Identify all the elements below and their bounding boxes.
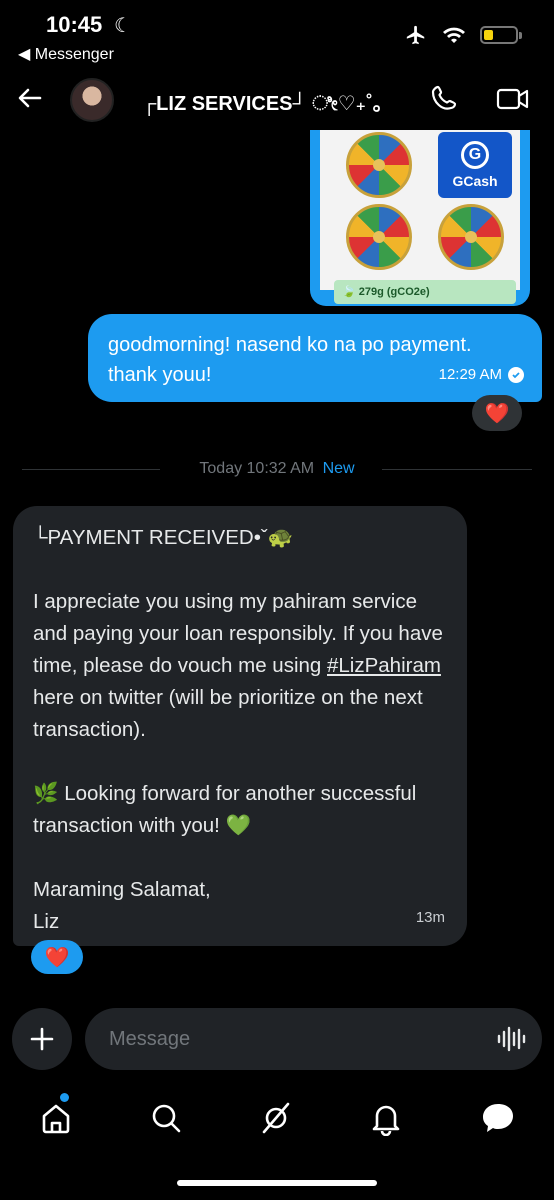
heart-reaction[interactable]: ❤️ — [31, 940, 83, 974]
gcash-label: GCash — [452, 173, 498, 189]
airplane-icon — [406, 25, 425, 45]
back-arrow-icon[interactable] — [14, 82, 46, 114]
sent-message-text: goodmorning! nasend ko na po payment. th… — [108, 334, 472, 386]
read-receipt-icon — [508, 367, 524, 383]
spin-wheel-graphic — [438, 204, 504, 270]
gcash-logo: G GCash — [438, 132, 512, 198]
message-closing: Maraming Salamat, Liz — [33, 874, 447, 938]
notification-dot — [60, 1093, 69, 1102]
status-bar: 10:45 ☾ ◀ Messenger — [0, 0, 554, 70]
image-footer-text: 279g (gCO2e) — [358, 286, 430, 298]
message-text: here on twitter (will be prioritize on t… — [33, 686, 423, 741]
sent-message-time: 12:29 AM — [438, 366, 502, 383]
message-paragraph: 🌿 Looking forward for another successful… — [33, 782, 417, 837]
hashtag-link[interactable]: #LizPahiram — [327, 654, 441, 677]
chat-header: ┌LIZ SERVICES┘ ೀ♡₊˚｡ — [0, 70, 554, 130]
date-divider-text: Today 10:32 AM New — [22, 460, 532, 478]
grok-icon[interactable] — [258, 1100, 294, 1136]
spin-wheel-graphic — [346, 132, 412, 198]
received-message-time: 13m — [415, 909, 445, 926]
home-icon[interactable] — [38, 1100, 74, 1136]
add-attachment-button[interactable] — [12, 1008, 72, 1070]
messages-icon[interactable] — [480, 1100, 516, 1136]
video-icon[interactable] — [496, 84, 530, 114]
image-footer-strip: 🍃 279g (gCO2e) — [334, 280, 516, 304]
phone-icon[interactable] — [430, 84, 460, 114]
search-icon[interactable] — [148, 1100, 184, 1136]
message-input[interactable] — [85, 1008, 542, 1070]
voice-icon[interactable] — [496, 1024, 526, 1054]
back-to-app-link[interactable]: ◀ Messenger — [18, 44, 114, 64]
status-time: 10:45 — [46, 12, 103, 37]
do-not-disturb-icon: ☾ — [114, 15, 132, 37]
plus-icon — [30, 1027, 54, 1051]
heart-icon: ❤️ — [44, 946, 70, 969]
status-icons — [404, 24, 522, 46]
heart-icon: ❤️ — [484, 402, 510, 425]
leaf-icon: 🍃 — [342, 286, 359, 298]
notifications-icon[interactable] — [368, 1100, 404, 1136]
spin-wheel-graphic — [346, 204, 412, 270]
battery-icon — [480, 26, 522, 44]
date-divider: Today 10:32 AM New — [22, 458, 532, 480]
message-paragraph: I appreciate you using my pahiram servic… — [33, 586, 447, 746]
received-message-bubble[interactable]: └PAYMENT RECEIVED•ˇ🐢 I appreciate you us… — [13, 506, 467, 946]
heart-reaction[interactable]: ❤️ — [472, 395, 522, 431]
wifi-icon — [443, 27, 465, 43]
sent-message-meta: 12:29 AM — [439, 360, 524, 390]
chat-title[interactable]: ┌LIZ SERVICES┘ ೀ♡₊˚｡ — [142, 87, 383, 116]
sent-message-bubble[interactable]: goodmorning! nasend ko na po payment. th… — [88, 314, 542, 402]
home-indicator — [177, 1180, 377, 1186]
gcash-g-icon: G — [461, 141, 489, 169]
message-heading: └PAYMENT RECEIVED•ˇ🐢 — [33, 526, 294, 549]
new-label: New — [322, 460, 355, 477]
closing-line: Maraming Salamat, — [33, 878, 211, 901]
avatar[interactable] — [70, 78, 114, 122]
divider-date: Today 10:32 AM — [199, 460, 315, 477]
closing-signature: Liz — [33, 910, 60, 933]
image-message[interactable]: G GCash 🍃 279g (gCO2e) — [310, 130, 530, 306]
spin-wheel-image: G GCash — [320, 130, 520, 290]
bottom-navigation — [0, 1090, 554, 1150]
